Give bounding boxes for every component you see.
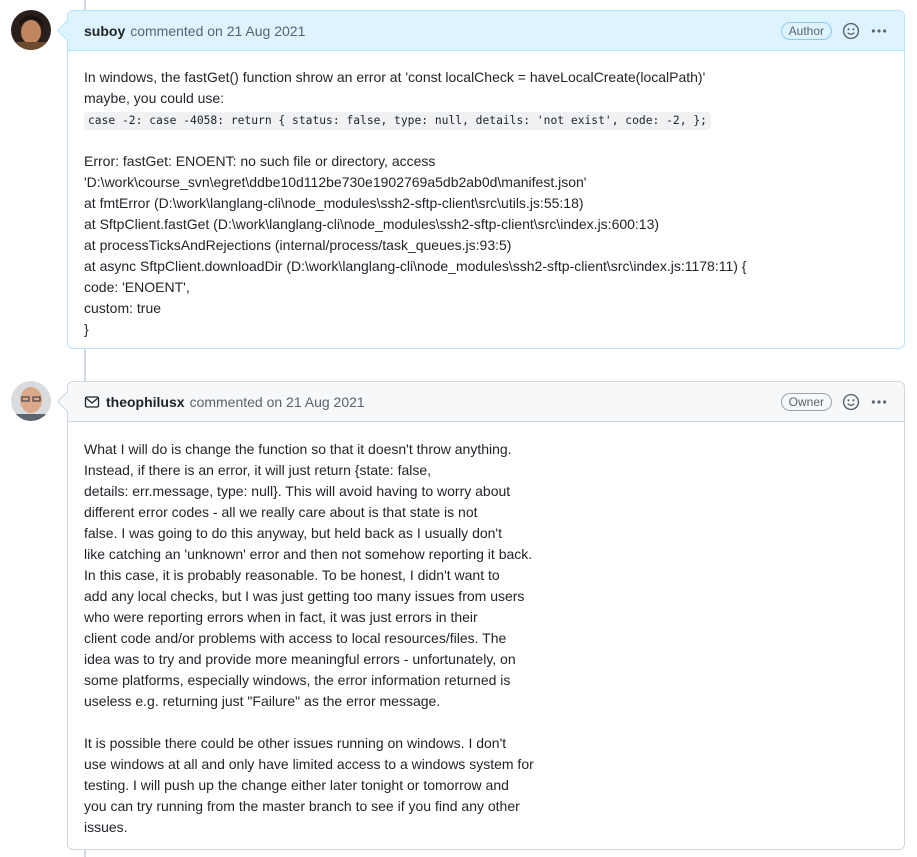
body-line: some platforms, especially windows, the …	[84, 672, 511, 688]
body-line: use windows at all and only have limited…	[84, 756, 534, 772]
body-line: different error codes - all we really ca…	[84, 504, 478, 520]
comment-timestamp[interactable]: commented on 21 Aug 2021	[130, 23, 305, 39]
body-line: at SftpClient.fastGet (D:\work\langlang-…	[84, 216, 660, 232]
body-line: at processTicksAndRejections (internal/p…	[84, 237, 512, 253]
body-line: you can try running from the master bran…	[84, 798, 520, 814]
body-line: custom: true	[84, 300, 162, 316]
body-line: client code and/or problems with access …	[84, 630, 507, 646]
comment-body: What I will do is change the function so…	[68, 422, 904, 852]
inline-code: case -2: case -4058: return { status: fa…	[84, 112, 711, 130]
body-line: at fmtError (D:\work\langlang-cli\node_m…	[84, 195, 584, 211]
body-line: }	[84, 321, 89, 337]
body-line: Error: fastGet: ENOENT: no such file or …	[84, 153, 436, 169]
more-options-icon[interactable]	[870, 22, 888, 40]
avatar-suboy[interactable]	[11, 10, 51, 50]
avatar-theophilusx[interactable]	[11, 381, 51, 421]
comment-theophilusx: theophilusx commented on 21 Aug 2021 Own…	[67, 381, 905, 850]
comment-suboy: suboy commented on 21 Aug 2021 Author In…	[67, 10, 905, 349]
body-line: code: 'ENOENT',	[84, 279, 190, 295]
comment-body: In windows, the fastGet() function shrow…	[68, 51, 904, 354]
body-line: What I will do is change the function so…	[84, 441, 512, 457]
body-line: add any local checks, but I was just get…	[84, 588, 525, 604]
mail-icon	[84, 394, 100, 410]
body-line: testing. I will push up the change eithe…	[84, 777, 509, 793]
body-line: idea was to try and provide more meaning…	[84, 651, 516, 667]
add-reaction-icon[interactable]	[842, 22, 860, 40]
body-line: In this case, it is probably reasonable.…	[84, 567, 500, 583]
add-reaction-icon[interactable]	[842, 393, 860, 411]
body-line: who were reporting errors when in fact, …	[84, 609, 478, 625]
body-line: maybe, you could use:	[84, 90, 225, 106]
owner-badge: Owner	[780, 392, 832, 411]
body-line: It is possible there could be other issu…	[84, 735, 507, 751]
body-line: false. I was going to do this anyway, bu…	[84, 525, 502, 541]
comment-header: suboy commented on 21 Aug 2021 Author	[68, 11, 904, 51]
comment-header: theophilusx commented on 21 Aug 2021 Own…	[68, 382, 904, 422]
body-line: issues.	[84, 819, 128, 835]
comment-timestamp[interactable]: commented on 21 Aug 2021	[190, 394, 365, 410]
body-line: In windows, the fastGet() function shrow…	[84, 69, 706, 85]
body-line: at async SftpClient.downloadDir (D:\work…	[84, 258, 747, 274]
more-options-icon[interactable]	[870, 393, 888, 411]
body-line: Instead, if there is an error, it will j…	[84, 462, 432, 478]
comment-author-link[interactable]: suboy	[84, 23, 125, 39]
body-line: 'D:\work\course_svn\egret\ddbe10d112be73…	[84, 174, 587, 190]
body-line: useless e.g. returning just "Failure" as…	[84, 693, 441, 709]
comment-author-link[interactable]: theophilusx	[106, 394, 185, 410]
body-line: like catching an 'unknown' error and the…	[84, 546, 533, 562]
body-line: details: err.message, type: null}. This …	[84, 483, 511, 499]
author-badge: Author	[780, 21, 832, 40]
